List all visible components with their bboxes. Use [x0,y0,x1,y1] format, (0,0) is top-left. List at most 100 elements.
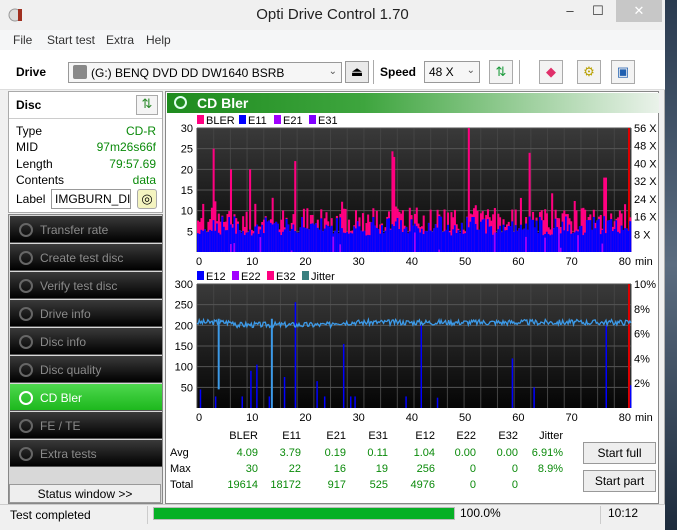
start-part-button[interactable]: Start part [583,470,656,492]
x-tick-label: 40 [406,256,418,268]
e11-bar [624,228,627,252]
e11-bar [374,225,377,252]
disc-refresh-button[interactable]: ⇅ [136,95,158,115]
e11-bar [507,226,510,252]
cd-icon-button[interactable]: ◎ [137,189,157,209]
disc-key: Type [16,124,43,138]
nav-verify-test-disc[interactable]: Verify test disc [10,272,162,299]
disc-icon [19,279,33,293]
menu-bar: File Start test Extra Help [0,30,665,50]
nav-extra-tests[interactable]: Extra tests [10,440,162,467]
speed-select[interactable]: 48 X ⌄ [424,61,480,83]
e11-bar [306,228,309,252]
nav-disc-info[interactable]: Disc info [10,328,162,355]
disc-value: 79:57.69 [109,157,156,171]
legend-label: E31 [318,115,338,127]
e11-bar [457,230,460,252]
e11-bar [224,230,227,252]
nav-label: CD Bler [40,391,83,405]
e11-bar [240,232,243,252]
disc-panel: Disc ⇅ Type CD-R MID 97m26s66f Length 79:57… [8,91,163,213]
save-button[interactable]: ▣ [611,60,635,84]
x-tick-label: 30 [353,412,365,424]
e11-bar [516,231,519,252]
e11-bar [589,220,592,252]
e11-bar [499,225,502,252]
e11-bar [478,229,481,252]
e11-bar [460,222,463,252]
e11-bar [518,228,521,252]
disc-label-input[interactable]: IMGBURN_DIS [51,189,131,209]
y2-tick-label: 8% [634,304,650,316]
menu-file[interactable]: File [13,33,32,47]
e11-bar [448,232,451,252]
nav-fe-te[interactable]: FE / TE [10,412,162,439]
legend-swatch [239,115,246,124]
e11-bar [535,220,538,252]
nav-disc-quality[interactable]: Disc quality [10,356,162,383]
stats-header: Jitter [539,430,563,442]
e11-bar [398,229,401,252]
e11-bar [316,227,319,252]
erase-button[interactable]: ◆ [539,60,563,84]
cd-icon: ◎ [141,191,153,206]
e21-bar [438,249,441,252]
refresh-speed-button[interactable]: ⇅ [489,60,513,84]
y2-tick-label: 8 X [634,229,651,241]
e11-bar [285,218,288,252]
e11-bar [410,219,413,252]
e11-bar [323,228,326,252]
legend-label: E22 [241,271,261,283]
stats-header: E31 [368,430,388,442]
drive-label: Drive [16,65,47,79]
e11-bar [585,220,588,252]
e11-bar [606,220,609,252]
drive-select[interactable]: (G:) BENQ DVD DD DW1640 BSRB ⌄ [68,62,342,83]
y2-tick-label: 32 X [634,176,657,188]
e11-bar [370,222,373,252]
e11-bar [210,230,213,252]
e11-bar [497,229,500,252]
menu-start-test[interactable]: Start test [47,33,95,47]
drive-icon [73,65,87,79]
e11-bar [214,230,217,252]
status-divider [147,506,148,524]
stats-cell: 3.79 [279,447,301,459]
start-full-button[interactable]: Start full [583,442,656,464]
e11-bar [273,223,276,252]
e11-bar [247,232,250,252]
e11-bar [537,232,540,252]
e11-bar [438,216,441,252]
minimize-button[interactable]: – [556,0,584,22]
e21-bar [229,243,233,252]
e11-bar [278,232,281,252]
e11-bar [483,218,486,252]
settings-button[interactable]: ⚙ [577,60,601,84]
nav-transfer-rate[interactable]: Transfer rate [10,216,162,243]
e11-bar [308,229,311,252]
menu-help[interactable]: Help [146,33,171,47]
status-window-button[interactable]: Status window >> [9,484,161,503]
x-tick-label: 70 [566,256,578,268]
menu-extra[interactable]: Extra [106,33,134,47]
e21-bar [259,237,262,252]
legend-swatch [274,115,281,124]
toolbar-divider [519,60,520,84]
e11-bar [313,224,316,252]
e11-bar [261,224,264,252]
e11-bar [506,230,509,252]
e11-bar [424,230,427,252]
nav-create-test-disc[interactable]: Create test disc [10,244,162,271]
e11-bar [262,233,266,252]
nav-cd-bler[interactable]: CD Bler [10,384,162,411]
nav-drive-info[interactable]: Drive info [10,300,162,327]
e11-bar [415,226,418,252]
eject-button[interactable]: ⏏ [345,61,369,83]
maximize-button[interactable]: ☐ [584,0,612,22]
close-button[interactable]: ✕ [616,0,662,22]
stats-header: E12 [415,430,435,442]
e11-bar [367,234,370,252]
e11-bar [309,223,312,252]
divider [9,118,162,119]
main-title: CD Bler [197,95,249,111]
